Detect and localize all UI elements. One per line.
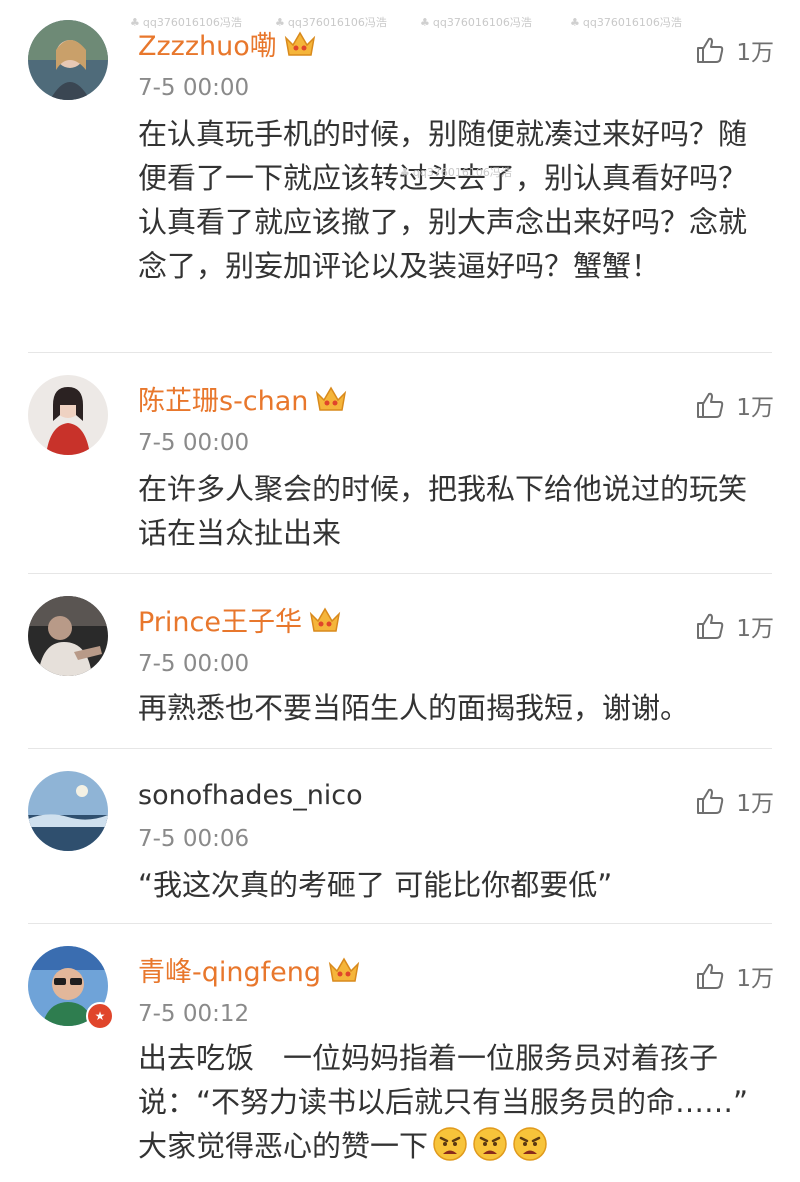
comment-time: 7-5 00:06 (138, 826, 250, 852)
angry-face-icon (473, 1127, 507, 1161)
like-button[interactable]: 1万 (694, 958, 774, 994)
comment-text: 在许多人聚会的时候，把我私下给他说过的玩笑话在当众扯出来 (138, 472, 748, 550)
thumbs-up-icon (697, 37, 724, 63)
username[interactable]: Zzzzhuo嘞 (138, 28, 317, 64)
verified-badge-icon: ★ (86, 1002, 114, 1030)
watermark: qq376016106冯浩 (570, 14, 682, 30)
avatar[interactable] (28, 375, 108, 455)
comment-time: 7-5 00:00 (138, 651, 250, 677)
vip-crown-icon (316, 386, 347, 411)
like-count: 1万 (736, 791, 774, 817)
angry-face-icon (513, 1127, 547, 1161)
comment-item: ★ 青峰-qingfeng 7-5 00:12 1万 出去吃饭 一位妈妈指着一位… (28, 924, 778, 1182)
username[interactable]: Prince王子华 (138, 604, 342, 640)
watermark: qq376016106冯浩 (420, 14, 532, 30)
comment-item: Prince王子华 7-5 00:00 1万 再熟悉也不要当陌生人的面揭我短，谢… (28, 574, 774, 749)
username[interactable]: sonofhades_nico (138, 779, 363, 813)
angry-face-icon (433, 1127, 467, 1161)
watermark: qq376016106冯浩 (400, 164, 512, 180)
comment-text: 在认真玩手机的时候，别随便就凑过来好吗？随便看了一下就应该转过头去了，别认真看好… (138, 117, 748, 283)
thumbs-up-icon (697, 392, 724, 418)
comment-item: sonofhades_nico 7-5 00:06 1万 “我这次真的考砸了 可… (28, 749, 774, 924)
username[interactable]: 陈芷珊s-chan (138, 383, 348, 419)
comment-item: 陈芷珊s-chan 7-5 00:00 1万 在许多人聚会的时候，把我私下给他说… (28, 353, 774, 574)
like-count: 1万 (736, 616, 774, 642)
thumbs-up-icon (697, 963, 724, 989)
comment-time: 7-5 00:12 (138, 1001, 250, 1027)
thumbs-up-icon (697, 613, 724, 639)
comment-time: 7-5 00:00 (138, 75, 250, 101)
like-count: 1万 (736, 395, 774, 421)
like-count: 1万 (736, 40, 774, 66)
comment-time: 7-5 00:00 (138, 430, 250, 456)
watermark: qq376016106冯浩 (130, 14, 242, 30)
comment-text: 再熟悉也不要当陌生人的面揭我短，谢谢。 (138, 691, 690, 725)
like-button[interactable]: 1万 (694, 608, 774, 644)
watermark: qq376016106冯浩 (275, 14, 387, 30)
like-button[interactable]: 1万 (694, 32, 774, 68)
vip-crown-icon (328, 957, 360, 982)
vip-crown-icon (309, 607, 341, 632)
comment-text: “我这次真的考砸了 可能比你都要低” (138, 868, 613, 902)
avatar[interactable] (28, 596, 108, 676)
like-count: 1万 (736, 966, 774, 992)
comment-text: 出去吃饭 一位妈妈指着一位服务员对着孩子说：“不努力读书以后就只有当服务员的命…… (138, 1041, 778, 1163)
avatar[interactable] (28, 771, 108, 851)
like-button[interactable]: 1万 (694, 783, 774, 819)
like-button[interactable]: 1万 (694, 387, 774, 423)
vip-crown-icon (284, 31, 315, 56)
thumbs-up-icon (697, 788, 724, 814)
avatar[interactable] (28, 20, 108, 100)
username[interactable]: 青峰-qingfeng (138, 954, 361, 990)
